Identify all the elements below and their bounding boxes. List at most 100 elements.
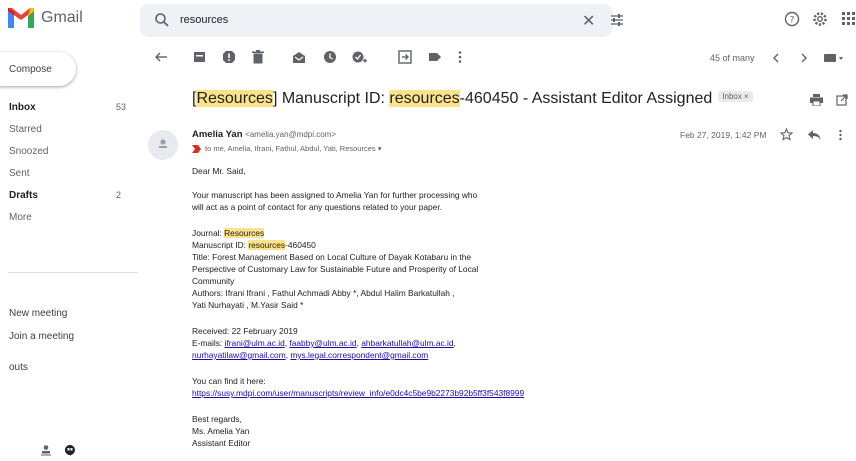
add-to-tasks-icon[interactable] bbox=[352, 50, 367, 64]
open-new-window-icon[interactable] bbox=[836, 94, 848, 106]
drafts-count: 2 bbox=[116, 190, 122, 200]
search-bar[interactable]: resources ✕ bbox=[140, 4, 623, 37]
hangouts-header: outs bbox=[9, 362, 28, 373]
authors-line: Authors: Ifrani Ifrani , Fathul Achmadi … bbox=[192, 288, 455, 298]
emails-label: E-mails: bbox=[192, 338, 225, 348]
body-paragraph-line: Your manuscript has been assigned to Ame… bbox=[192, 190, 478, 200]
email-link[interactable]: ahbarkatullah@ulm.ac.id bbox=[361, 338, 453, 348]
journal-line: Journal: Resources bbox=[192, 228, 265, 238]
sidebar-item-snoozed[interactable]: Snoozed bbox=[0, 142, 140, 162]
sidebar-item-label: Starred bbox=[9, 124, 42, 135]
sidebar-item-drafts[interactable]: Drafts 2 bbox=[0, 186, 140, 206]
journal-label: Journal: bbox=[192, 228, 225, 238]
new-meeting-link[interactable]: New meeting bbox=[9, 308, 67, 319]
more-options-icon[interactable] bbox=[457, 50, 463, 64]
delete-icon[interactable] bbox=[252, 50, 264, 64]
sender-email: <amelia.yan@mdpi.com> bbox=[245, 130, 336, 139]
regards-line: Best regards, bbox=[192, 414, 242, 424]
person-icon bbox=[159, 139, 167, 148]
unread-count: 53 bbox=[116, 102, 127, 112]
sidebar-item-label: Sent bbox=[9, 168, 30, 179]
msid-rest: -460450 bbox=[285, 240, 316, 250]
search-icon[interactable] bbox=[154, 12, 170, 28]
top-bar: Gmail resources ✕ ? bbox=[0, 0, 856, 42]
subject-highlight: resources bbox=[389, 90, 460, 107]
title-line: Title: Forest Management Based on Local … bbox=[192, 252, 472, 262]
mark-unread-icon[interactable] bbox=[292, 50, 306, 64]
subject-part: ] Manuscript ID: bbox=[272, 90, 390, 107]
manuscript-id-line: Manuscript ID: resources-460450 bbox=[192, 240, 316, 250]
hangouts-footer bbox=[40, 444, 76, 456]
email-link[interactable]: nurhayatilaw@gmail.com bbox=[192, 350, 286, 360]
inbox-label-badge[interactable]: Inbox × bbox=[718, 91, 753, 103]
sidebar-divider bbox=[8, 272, 138, 273]
sidebar-item-more[interactable]: More bbox=[0, 208, 140, 228]
back-arrow-icon[interactable] bbox=[154, 50, 168, 64]
subject-part: -460450 - Assistant Editor Assigned bbox=[459, 90, 713, 107]
search-options-icon[interactable] bbox=[610, 13, 624, 27]
apps-grid-icon[interactable] bbox=[842, 12, 856, 26]
subject-highlight: Resources bbox=[196, 90, 273, 107]
email-link[interactable]: faabby@ulm.ac.id bbox=[289, 338, 356, 348]
person-icon[interactable] bbox=[40, 444, 52, 456]
print-icon[interactable] bbox=[810, 94, 823, 106]
sidebar-item-label: Snoozed bbox=[9, 146, 49, 157]
search-input[interactable]: resources bbox=[180, 14, 228, 26]
sidebar: Compose Inbox 53 Starred Snoozed Sent Dr… bbox=[0, 42, 140, 461]
help-icon[interactable]: ? bbox=[784, 11, 800, 27]
archive-icon[interactable] bbox=[193, 50, 206, 64]
sender-name[interactable]: Amelia Yan bbox=[192, 129, 243, 140]
reply-icon[interactable] bbox=[808, 129, 821, 141]
title-line: Perspective of Customary Law for Sustain… bbox=[192, 264, 479, 274]
body-paragraph-line: will act as a point of contact for any q… bbox=[192, 202, 442, 212]
input-tools-icon[interactable] bbox=[824, 53, 844, 63]
recipients-text: to me, Amelia, Ifrani, Fathul, Abdul, Ya… bbox=[205, 144, 382, 153]
greeting: Dear Mr. Said, bbox=[192, 166, 246, 176]
report-spam-icon[interactable] bbox=[222, 50, 236, 64]
newer-chevron-icon[interactable] bbox=[772, 52, 780, 64]
sidebar-item-label: More bbox=[9, 212, 32, 223]
svg-text:?: ? bbox=[790, 16, 795, 26]
title-line: Community bbox=[192, 276, 235, 286]
signature-role: Assistant Editor bbox=[192, 438, 251, 448]
msid-highlight: resources bbox=[248, 240, 286, 250]
sidebar-item-sent[interactable]: Sent bbox=[0, 164, 140, 184]
message-more-icon[interactable] bbox=[838, 129, 843, 141]
gear-icon[interactable] bbox=[811, 10, 829, 28]
received-line: Received: 22 February 2019 bbox=[192, 326, 298, 336]
compose-button[interactable]: Compose bbox=[0, 52, 76, 86]
recipients-line[interactable]: to me, Amelia, Ifrani, Fathul, Abdul, Ya… bbox=[192, 144, 382, 153]
gmail-logo[interactable]: Gmail bbox=[8, 8, 83, 28]
app-name: Gmail bbox=[41, 9, 83, 26]
email-link[interactable]: ifrani@ulm.ac.id bbox=[225, 338, 285, 348]
pager-count: 45 of many bbox=[710, 53, 755, 63]
move-to-icon[interactable] bbox=[398, 50, 412, 64]
email-link[interactable]: mys.legal.correspondent@gmail.com bbox=[290, 350, 428, 360]
hangouts-icon[interactable] bbox=[64, 444, 76, 456]
sender-line: Amelia Yan <amelia.yan@mdpi.com> bbox=[192, 129, 336, 140]
manuscript-url-link[interactable]: https://susy.mdpi.com/user/manuscripts/r… bbox=[192, 388, 524, 398]
msid-label: Manuscript ID: bbox=[192, 240, 249, 250]
email-subject: [Resources] Manuscript ID: resources-460… bbox=[192, 90, 753, 108]
snooze-icon[interactable] bbox=[323, 50, 337, 64]
important-marker-icon[interactable] bbox=[192, 144, 201, 153]
sidebar-item-starred[interactable]: Starred bbox=[0, 120, 140, 140]
message-date: Feb 27, 2019, 1:42 PM bbox=[680, 130, 767, 140]
emails-line: nurhayatilaw@gmail.com, mys.legal.corres… bbox=[192, 350, 429, 360]
sidebar-item-label: Inbox bbox=[9, 102, 36, 113]
authors-line: Yati Nurhayati , M.Yasir Said * bbox=[192, 300, 304, 310]
label-icon[interactable] bbox=[428, 50, 442, 64]
emails-line: E-mails: ifrani@ulm.ac.id, faabby@ulm.ac… bbox=[192, 338, 456, 348]
manuscript-url-line: https://susy.mdpi.com/user/manuscripts/r… bbox=[192, 388, 524, 398]
gmail-m-icon bbox=[8, 8, 34, 28]
clear-search-icon[interactable]: ✕ bbox=[582, 11, 595, 31]
sender-avatar[interactable] bbox=[148, 130, 178, 160]
sidebar-item-label: Drafts bbox=[9, 190, 38, 201]
signature-name: Ms. Amelia Yan bbox=[192, 426, 250, 436]
older-chevron-icon[interactable] bbox=[800, 52, 808, 64]
join-meeting-link[interactable]: Join a meeting bbox=[9, 331, 74, 342]
message-toolbar: 45 of many bbox=[140, 48, 856, 70]
star-icon[interactable] bbox=[780, 128, 793, 141]
sidebar-item-inbox[interactable]: Inbox 53 bbox=[0, 98, 140, 118]
journal-value: Resources bbox=[224, 228, 265, 238]
